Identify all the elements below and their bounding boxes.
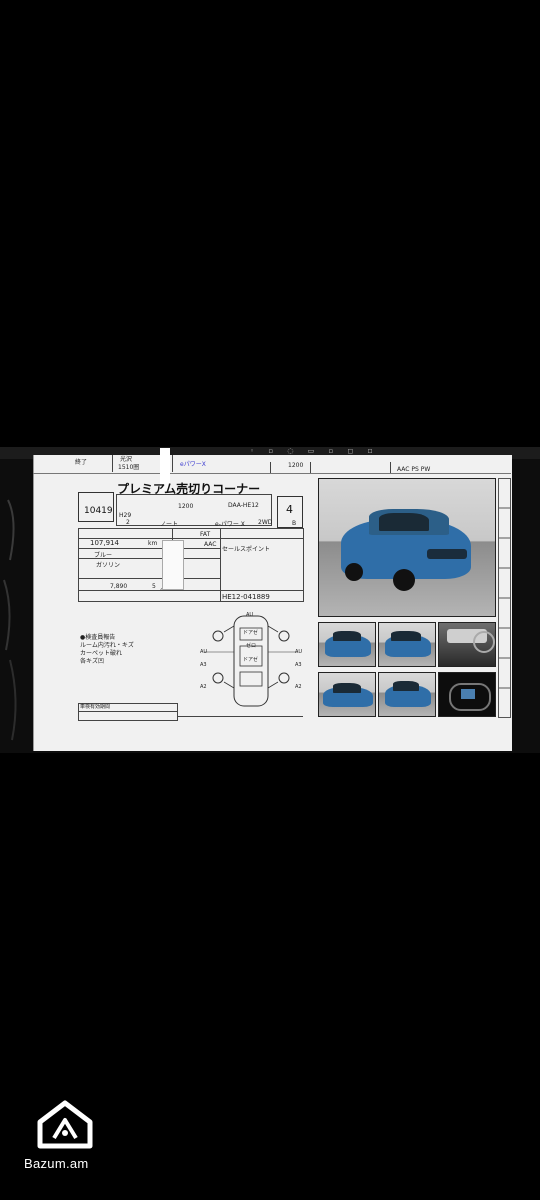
header-divider [310, 462, 311, 473]
car-name: ノート [160, 521, 179, 528]
recycle-fee: 7,890 [110, 583, 128, 590]
diagram-label-right: AU [295, 649, 303, 655]
inspector-note: 各キズ凹 [80, 658, 105, 665]
lot-number: 10419 [84, 506, 113, 516]
header-cell-status: 終了 [75, 459, 88, 466]
sales-points: セールスポイント [222, 546, 271, 553]
vehicle-info-grid [116, 494, 272, 526]
grid-line [78, 590, 304, 591]
serial-number: HE12-041889 [222, 593, 270, 601]
drive-type: 2WD [258, 519, 273, 526]
thumb-rear-three-quarter[interactable] [378, 672, 436, 717]
bazum-brand-text: Bazum.am [24, 1156, 89, 1171]
thumb-interior-dashboard[interactable] [438, 622, 496, 667]
system-tray-icons: ◦ ▫ ◌ ▭ ▫ ◻ ◽ [250, 447, 379, 455]
header-divider [172, 455, 173, 472]
thumb-side-view[interactable] [318, 672, 376, 717]
grid-line [78, 711, 178, 712]
bazum-logo-icon [37, 1100, 93, 1149]
mileage-value: 107,914 [90, 539, 119, 547]
main-car-photo[interactable] [318, 478, 496, 617]
equipment-table-edge [498, 478, 511, 718]
header-divider [270, 462, 271, 473]
body-color: ブルー [94, 552, 113, 559]
thumb-instrument-cluster[interactable] [438, 672, 496, 717]
interior-grade: B [292, 520, 297, 527]
grid-line [178, 716, 303, 717]
header-cell-grade: eパワーX [180, 461, 206, 468]
thumb-front-view[interactable] [318, 622, 376, 667]
displacement: 1200 [178, 503, 194, 510]
grid-line [220, 528, 221, 602]
diagram-label-right: A2 [295, 684, 302, 690]
grid-line [78, 548, 220, 549]
diagram-label-left: A3 [200, 662, 207, 668]
diagram-label-left: A2 [200, 684, 207, 690]
capacity: 5 [152, 583, 156, 590]
header-divider [390, 462, 391, 473]
diagram-panel-label: ゼロ [246, 643, 257, 649]
header-divider [112, 455, 113, 472]
diagram-panel-label: ドアゼ [243, 630, 258, 636]
header-equipment: AAC PS PW [397, 466, 431, 473]
auction-score: 4 [286, 503, 293, 516]
aircon-type: AAC [204, 541, 217, 548]
diagram-label-left: AU [200, 649, 208, 655]
fuel-type: ガソリン [96, 562, 121, 569]
diagram-panel-label: ドアゼ [243, 657, 258, 663]
sticker-overlay [162, 540, 184, 590]
grid-line [78, 578, 220, 579]
monitor-left-edge [3, 499, 17, 741]
model-code: DAA-HE12 [228, 502, 259, 509]
month-value: 2 [126, 519, 130, 526]
inspection-validity-label: 車検有効期間 [80, 704, 111, 710]
header-cell-area: 1510圏 [118, 464, 140, 471]
sheet-header-row [33, 455, 511, 474]
diagram-label-top: AU [246, 612, 254, 618]
thumb-rear-view[interactable] [378, 622, 436, 667]
mileage-unit: km [148, 540, 158, 547]
header-cell-cc: 1200 [288, 462, 304, 469]
diagram-label-right: A3 [295, 662, 302, 668]
grade-value: e-パワー X [215, 521, 245, 528]
year-label: H29 [119, 512, 132, 519]
shift-type: FAT [200, 531, 211, 538]
